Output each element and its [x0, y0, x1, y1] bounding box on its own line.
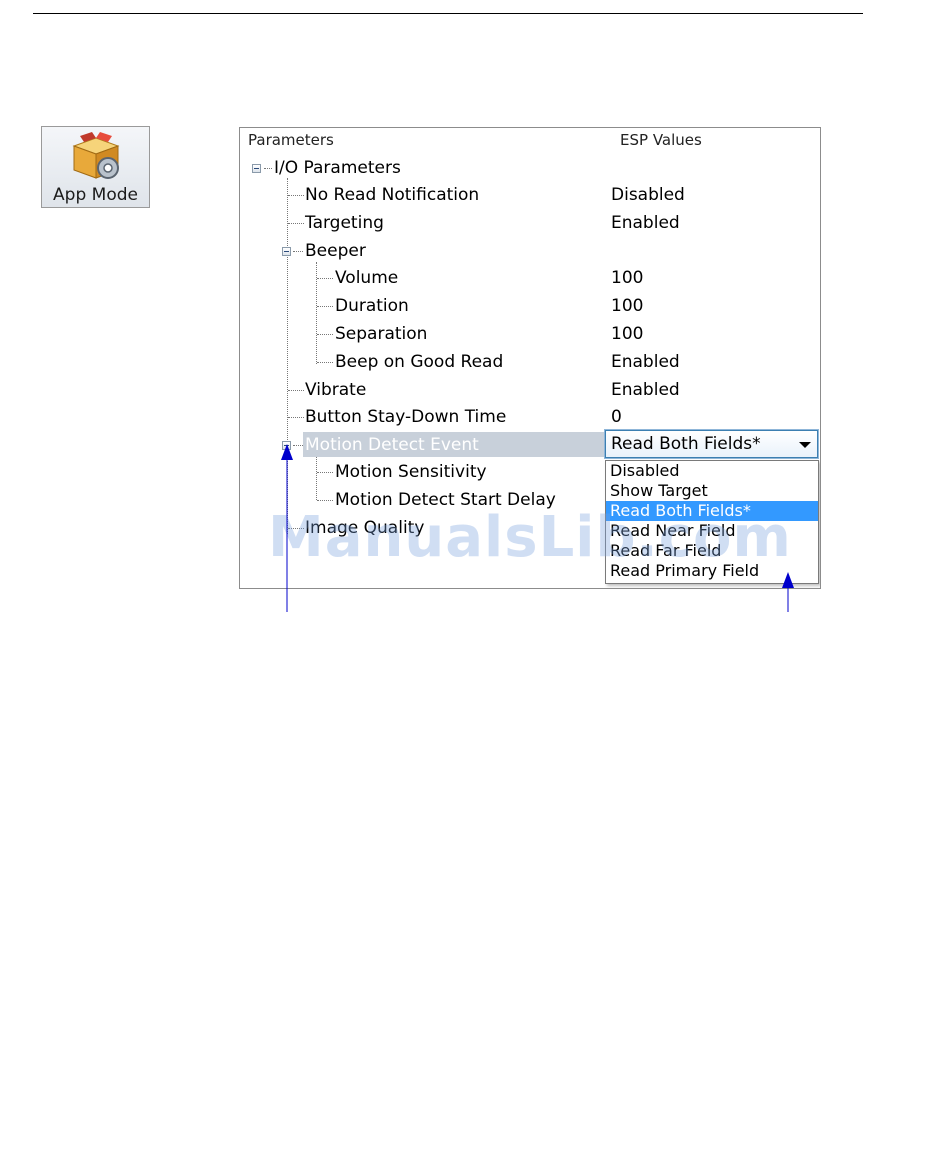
callout-arrows — [281, 444, 794, 612]
arrow-up-icon-left — [281, 444, 293, 612]
arrow-up-icon-right — [782, 572, 794, 612]
